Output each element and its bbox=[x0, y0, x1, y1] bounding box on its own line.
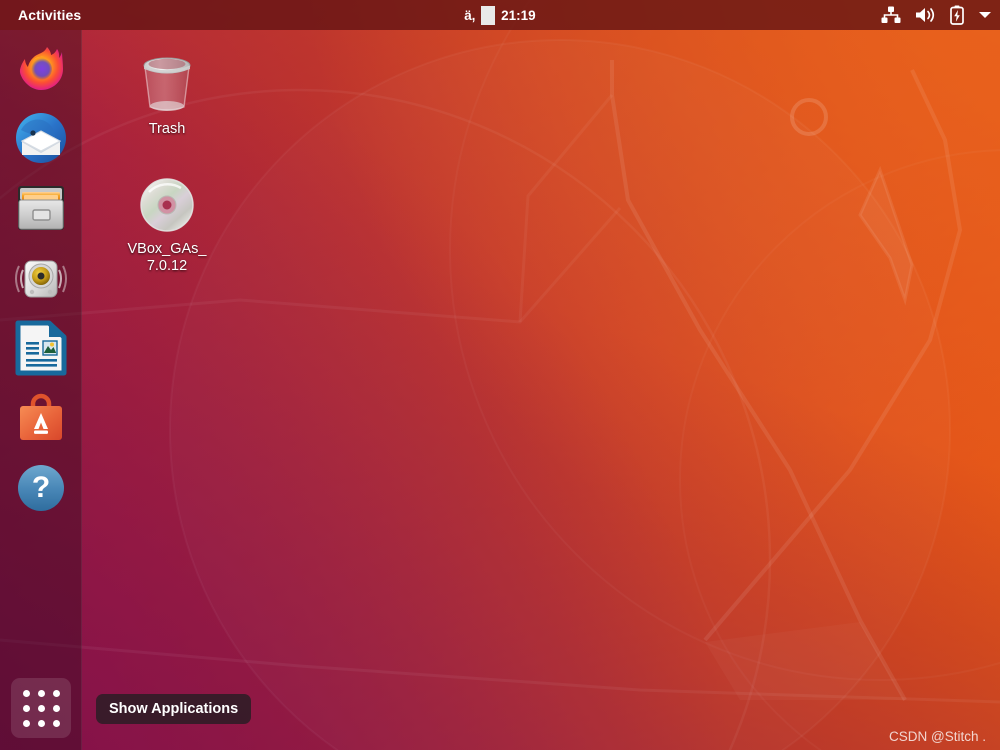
grid-3x3-icon bbox=[22, 689, 60, 727]
chevron-down-icon[interactable] bbox=[978, 10, 992, 20]
dock-app-list: ? bbox=[11, 30, 71, 518]
desktop-icon-label: Trash bbox=[148, 121, 186, 137]
thunderbird-icon bbox=[15, 113, 66, 163]
dock-item-ubuntu-software[interactable] bbox=[11, 388, 71, 448]
dock-item-files[interactable] bbox=[11, 178, 71, 238]
dock-item-rhythmbox[interactable] bbox=[11, 248, 71, 308]
trash-bin-icon bbox=[135, 48, 199, 116]
watermark-text: CSDN @Stitch . bbox=[889, 729, 986, 744]
dock-item-help[interactable]: ? bbox=[11, 458, 71, 518]
show-applications-button[interactable] bbox=[11, 678, 71, 738]
ubuntu-software-icon bbox=[19, 393, 62, 440]
dock-item-firefox[interactable] bbox=[11, 38, 71, 98]
top-bar: Activities ä, 21:19 bbox=[0, 0, 1000, 30]
activities-button[interactable]: Activities bbox=[9, 4, 90, 26]
rhythmbox-icon bbox=[14, 260, 67, 298]
dock-item-thunderbird[interactable] bbox=[11, 108, 71, 168]
show-applications-tooltip: Show Applications bbox=[96, 694, 252, 724]
files-icon bbox=[17, 186, 64, 230]
svg-text:?: ? bbox=[31, 471, 49, 504]
desktop-icon-vbox-guest-additions[interactable]: VBox_GAs_ 7.0.12 bbox=[108, 168, 226, 275]
firefox-icon bbox=[19, 47, 63, 90]
desktop-screen: Trash VBox_GAs_ 7.0.12 ? Show Applicatio… bbox=[0, 0, 1000, 750]
missing-glyph-box bbox=[481, 5, 496, 25]
volume-icon[interactable] bbox=[915, 6, 936, 24]
dock-item-libreoffice-writer[interactable] bbox=[11, 318, 71, 378]
libreoffice-writer-icon bbox=[15, 320, 66, 376]
network-wired-icon[interactable] bbox=[881, 6, 901, 24]
desktop-icon-label-line1: VBox_GAs_ bbox=[127, 241, 207, 257]
dock: ? bbox=[0, 30, 82, 750]
desktop-icon-label: VBox_GAs_ 7.0.12 bbox=[128, 241, 207, 275]
system-status-area[interactable] bbox=[881, 0, 992, 30]
battery-charging-icon[interactable] bbox=[950, 5, 964, 25]
time-label: 21:19 bbox=[501, 7, 536, 23]
clock-menu[interactable]: ä, 21:19 bbox=[0, 0, 1000, 30]
optical-disc-icon bbox=[136, 168, 198, 236]
help-icon: ? bbox=[17, 465, 64, 511]
desktop-icon-label-line2: 7.0.12 bbox=[146, 258, 188, 274]
date-label: ä, bbox=[464, 7, 476, 23]
desktop-icon-trash[interactable]: Trash bbox=[108, 48, 226, 138]
